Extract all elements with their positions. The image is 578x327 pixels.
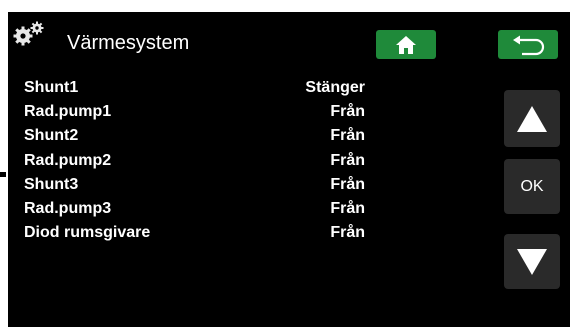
row-value: Stänger: [305, 79, 365, 96]
gears-icon: [13, 21, 44, 46]
row-value: Från: [330, 199, 365, 217]
row-label: Diod rumsgivare: [24, 224, 151, 242]
display-screen: Värmesystem Shunt1 Stänger Rad.pump1 Frå…: [8, 12, 570, 327]
row-value: Från: [330, 151, 365, 169]
status-list: Shunt1 Stänger Rad.pump1 Från Shunt2 Frå…: [24, 79, 384, 248]
list-item-rad-pump1: Rad.pump1 Från: [24, 103, 384, 127]
list-item-rad-pump3: Rad.pump3 Från: [24, 200, 384, 224]
triangle-up-icon: [517, 105, 547, 132]
row-label: Rad.pump1: [24, 103, 112, 121]
page-title: Värmesystem: [67, 32, 190, 54]
list-item-rad-pump2: Rad.pump2 Från: [24, 152, 384, 176]
row-label: Shunt2: [24, 127, 79, 145]
row-label: Rad.pump2: [24, 151, 112, 169]
row-value: Från: [330, 175, 365, 193]
back-button[interactable]: [498, 30, 558, 59]
triangle-down-icon: [517, 248, 547, 275]
list-item-diod-rumsgivare: Diod rumsgivare Från: [24, 224, 384, 248]
home-icon: [396, 35, 416, 54]
home-button[interactable]: [376, 30, 436, 59]
row-value: Från: [330, 127, 365, 145]
return-arrow-icon: [513, 35, 545, 55]
list-item-shunt2: Shunt2 Från: [24, 127, 384, 151]
row-label: Shunt3: [24, 175, 79, 193]
row-value: Från: [330, 103, 365, 121]
row-label: Rad.pump3: [24, 199, 112, 217]
edge-marker: [0, 172, 6, 177]
list-item-shunt1: Shunt1 Stänger: [24, 79, 384, 103]
list-item-shunt3: Shunt3 Från: [24, 176, 384, 200]
scroll-down-button[interactable]: [504, 234, 560, 289]
ok-label: OK: [520, 177, 544, 195]
scroll-up-button[interactable]: [504, 90, 560, 147]
row-label: Shunt1: [24, 79, 79, 96]
ok-button[interactable]: OK: [504, 159, 560, 214]
row-value: Från: [330, 224, 365, 242]
